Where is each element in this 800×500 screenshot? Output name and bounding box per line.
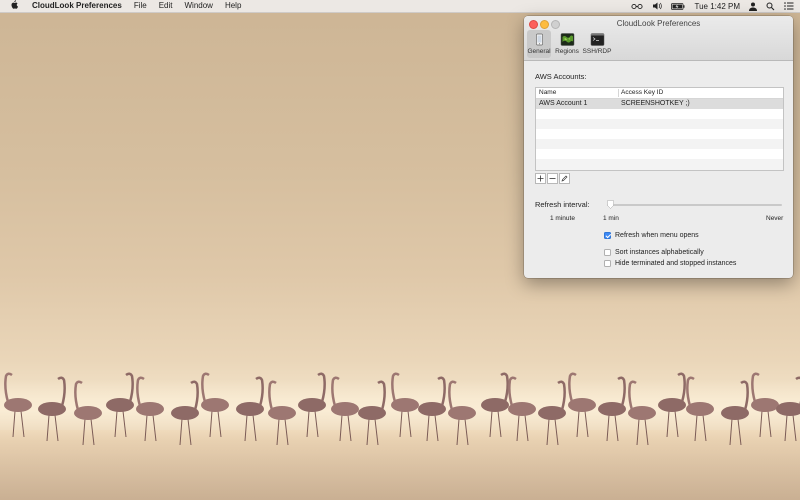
aws-accounts-heading: AWS Accounts: — [535, 72, 587, 81]
empty-row — [536, 149, 783, 159]
tab-general-label: General — [527, 48, 551, 55]
tab-ssh-rdp-label: SSH/RDP — [582, 48, 612, 55]
remove-account-button[interactable] — [547, 173, 558, 184]
menu-bar: CloudLook Preferences File Edit Window H… — [0, 0, 800, 13]
refresh-interval-slider[interactable] — [607, 199, 782, 211]
table-header: Name Access Key ID — [536, 88, 783, 99]
apple-menu-icon[interactable] — [0, 0, 26, 12]
flamingo-silhouette — [658, 372, 686, 438]
window-titlebar[interactable]: CloudLook Preferences General Regions SS… — [524, 16, 793, 61]
add-icon — [537, 175, 544, 182]
sort-alphabetically-checkbox[interactable] — [604, 249, 611, 256]
flamingo-silhouette — [331, 376, 359, 442]
general-pane: AWS Accounts: Name Access Key ID AWS Acc… — [524, 61, 793, 278]
flamingo-silhouette — [628, 380, 656, 446]
flamingo-silhouette — [751, 372, 779, 438]
column-header-access-key[interactable]: Access Key ID — [621, 89, 663, 96]
refresh-on-open-label: Refresh when menu opens — [615, 232, 699, 239]
edit-pencil-icon — [561, 175, 568, 182]
menu-clock[interactable]: Tue 1:42 PM — [694, 2, 740, 11]
preferences-window: CloudLook Preferences General Regions SS… — [524, 16, 793, 278]
refresh-on-open-checkbox[interactable] — [604, 232, 611, 239]
flamingo-silhouette — [568, 372, 596, 438]
tab-regions-label: Regions — [555, 48, 579, 55]
volume-icon[interactable] — [652, 2, 663, 10]
empty-row — [536, 129, 783, 139]
menu-edit[interactable]: Edit — [153, 0, 179, 12]
flamingo-silhouette — [171, 380, 199, 446]
empty-row — [536, 119, 783, 129]
menu-window[interactable]: Window — [179, 0, 219, 12]
refresh-interval-label: Refresh interval: — [535, 200, 590, 209]
column-divider — [618, 89, 619, 97]
slider-tick-label-1-minute: 1 minute — [550, 215, 575, 222]
option-hide-terminated[interactable]: Hide terminated and stopped instances — [604, 260, 736, 267]
hide-terminated-checkbox[interactable] — [604, 260, 611, 267]
flamingo-silhouette — [418, 376, 446, 442]
regions-map-icon — [560, 32, 575, 47]
flamingo-silhouette — [776, 376, 800, 442]
user-icon[interactable] — [749, 2, 757, 11]
sort-alphabetically-label: Sort instances alphabetically — [615, 249, 704, 256]
empty-row — [536, 159, 783, 170]
account-name-cell: AWS Account 1 — [539, 100, 588, 107]
menu-app-name[interactable]: CloudLook Preferences — [26, 0, 128, 12]
slider-track — [607, 204, 782, 206]
add-account-button[interactable] — [535, 173, 546, 184]
column-header-name[interactable]: Name — [539, 89, 556, 96]
menu-help[interactable]: Help — [219, 0, 247, 12]
flamingo-silhouette — [538, 380, 566, 446]
flamingo-silhouette — [358, 380, 386, 446]
flamingo-silhouette — [74, 380, 102, 446]
flamingo-silhouette — [106, 372, 134, 438]
flamingo-silhouette — [391, 372, 419, 438]
access-key-cell: SCREENSHOTKEY ;) — [621, 100, 690, 107]
flamingo-silhouette — [298, 372, 326, 438]
edit-account-button[interactable] — [559, 173, 570, 184]
flamingo-silhouette — [686, 376, 714, 442]
table-button-bar — [535, 173, 570, 184]
option-sort-alphabetically[interactable]: Sort instances alphabetically — [604, 249, 704, 256]
empty-row — [536, 139, 783, 149]
remove-icon — [549, 178, 556, 179]
tab-general[interactable]: General — [527, 30, 551, 58]
flamingo-silhouette — [268, 380, 296, 446]
empty-row — [536, 109, 783, 119]
option-refresh-on-open[interactable]: Refresh when menu opens — [604, 232, 699, 239]
cloudlook-glasses-icon[interactable] — [631, 3, 644, 10]
flamingo-silhouette — [4, 372, 32, 438]
flamingo-silhouette — [201, 372, 229, 438]
terminal-icon — [590, 32, 605, 47]
slider-tick-label-never: Never — [766, 215, 784, 222]
menu-file[interactable]: File — [128, 0, 153, 12]
flamingo-silhouette — [236, 376, 264, 442]
flamingo-silhouette — [448, 380, 476, 446]
flamingo-silhouette — [721, 380, 749, 446]
tab-regions[interactable]: Regions — [555, 30, 579, 58]
general-phone-icon — [532, 32, 547, 47]
tab-ssh-rdp[interactable]: SSH/RDP — [582, 30, 612, 58]
spotlight-search-icon[interactable] — [766, 2, 775, 11]
menu-bar-status-area: Tue 1:42 PM — [631, 0, 794, 12]
flamingo-silhouette — [481, 372, 509, 438]
notification-list-icon[interactable] — [784, 2, 794, 10]
flamingo-silhouette — [38, 376, 66, 442]
battery-icon[interactable] — [671, 2, 685, 10]
table-row[interactable]: AWS Account 1 SCREENSHOTKEY ;) — [536, 99, 783, 109]
flamingo-silhouette — [598, 376, 626, 442]
aws-accounts-table[interactable]: Name Access Key ID AWS Account 1 SCREENS… — [535, 87, 784, 171]
flamingo-silhouette — [508, 376, 536, 442]
window-title: CloudLook Preferences — [616, 19, 701, 28]
slider-knob[interactable] — [607, 200, 614, 209]
hide-terminated-label: Hide terminated and stopped instances — [615, 260, 737, 267]
slider-tick-label-1-min: 1 min — [603, 215, 619, 222]
flamingo-silhouette — [136, 376, 164, 442]
